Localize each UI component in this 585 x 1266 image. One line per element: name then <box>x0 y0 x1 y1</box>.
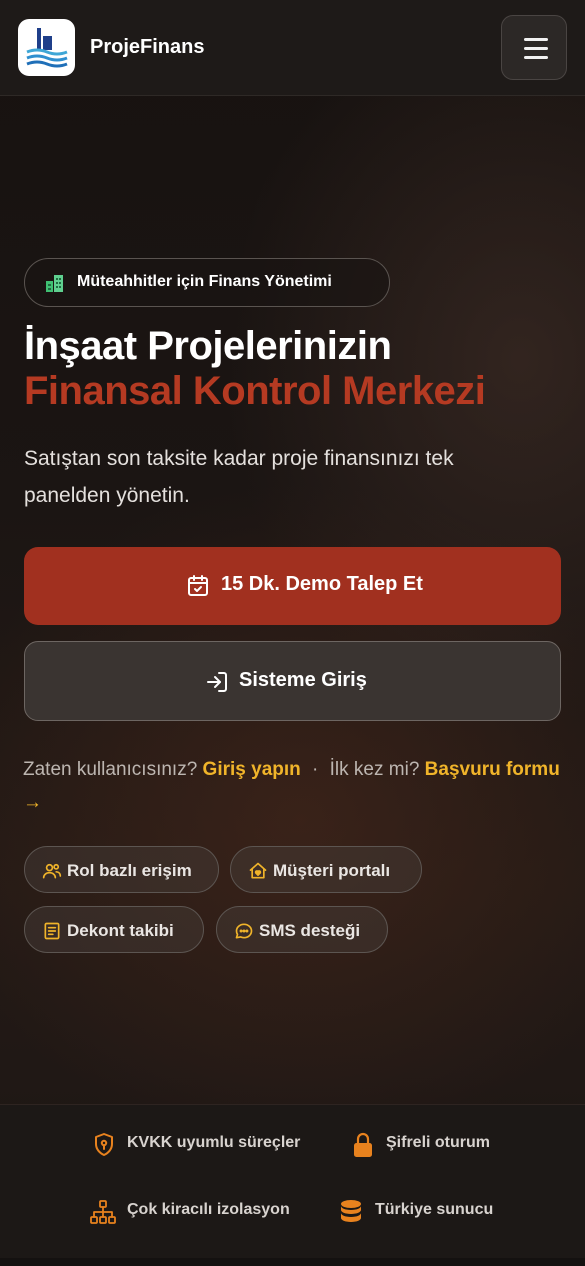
page-background <box>0 0 585 1266</box>
feature-label: Türkiye sunucu <box>375 1201 494 1218</box>
hamburger-menu-icon-line <box>524 56 548 59</box>
chip-label: Rol bazlı erişim <box>67 861 192 880</box>
system-login-label: Sisteme Giriş <box>239 669 367 691</box>
helper-links: Zaten kullanıcısınız? Giriş yapın · İlk … <box>23 753 563 819</box>
chat-bubble-icon <box>235 923 253 939</box>
building-logo-icon[interactable] <box>18 19 75 76</box>
first-time-text: İlk kez mi? <box>329 759 420 780</box>
trust-footer <box>0 1104 585 1258</box>
chip-role-access: Rol bazlı erişim <box>24 846 219 893</box>
hero-badge: Müteahhitler için Finans Yönetimi <box>24 258 390 307</box>
separator-dot: · <box>312 759 319 780</box>
database-icon <box>341 1200 361 1222</box>
feature-turkey-server: Türkiye sunucu <box>340 1197 510 1227</box>
hero-lead: Satıştan son taksite kadar proje finansı… <box>24 447 454 507</box>
hero-title-line2: Finansal Kontrol Merkezi <box>24 369 486 413</box>
home-heart-icon <box>249 862 267 879</box>
calendar-check-icon <box>188 575 208 596</box>
demo-request-button[interactable]: 15 Dk. Demo Talep Et <box>24 547 561 625</box>
buildings-icon <box>46 275 63 292</box>
hero-title-line1: İnşaat Projelerinizin <box>24 324 392 368</box>
chip-customer-portal: Müşteri portalı <box>230 846 422 893</box>
top-header: ProjeFinans <box>0 0 585 96</box>
users-icon <box>42 863 62 879</box>
system-login-button[interactable]: Sisteme Giriş <box>24 641 561 721</box>
chip-sms-support: SMS desteği <box>216 906 388 953</box>
feature-multi-tenant: Çok kiracılı izolasyon <box>90 1197 320 1227</box>
chip-receipt-tracking: Dekont takibi <box>24 906 204 953</box>
lock-icon <box>354 1132 372 1157</box>
brand-name[interactable]: ProjeFinans <box>90 36 204 59</box>
hamburger-menu-icon-line <box>524 47 548 50</box>
badge-text: Müteahhitler için Finans Yönetimi <box>77 273 332 290</box>
footer-bottom-strip <box>0 1258 585 1266</box>
login-link[interactable]: Giriş yapın <box>203 759 301 780</box>
shield-key-icon <box>95 1133 113 1156</box>
login-icon <box>207 672 227 692</box>
feature-label: KVKK uyumlu süreçler <box>127 1134 301 1151</box>
feature-kvkk: KVKK uyumlu süreçler <box>92 1130 322 1160</box>
feature-encrypted-session: Şifreli oturum <box>352 1130 512 1160</box>
hamburger-menu-icon <box>524 38 548 41</box>
receipt-icon <box>44 922 60 940</box>
chip-label: Dekont takibi <box>67 921 174 940</box>
hamburger-menu-button[interactable] <box>501 15 567 80</box>
chip-label: SMS desteği <box>259 921 361 940</box>
feature-label: Çok kiracılı izolasyon <box>127 1201 290 1218</box>
demo-request-label: 15 Dk. Demo Talep Et <box>221 573 423 595</box>
existing-user-text: Zaten kullanıcısınız? <box>23 759 198 780</box>
chip-label: Müşteri portalı <box>273 861 391 880</box>
feature-label: Şifreli oturum <box>386 1134 491 1151</box>
network-icon <box>90 1200 116 1224</box>
